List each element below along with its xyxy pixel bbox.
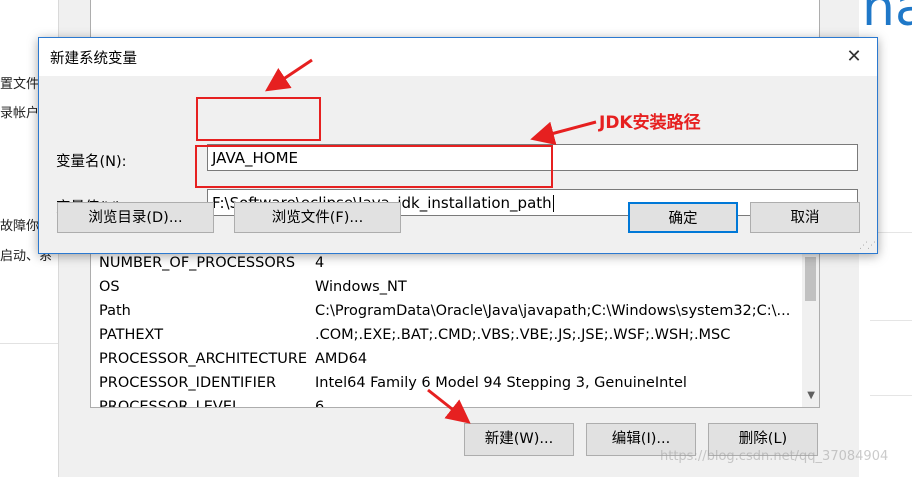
annotation-arrows xyxy=(265,58,597,424)
arrow-to-value xyxy=(530,120,597,145)
arrow-to-name xyxy=(265,58,313,92)
arrow-to-new-button xyxy=(427,388,471,424)
watermark: https://blog.csdn.net/qq_37084904 xyxy=(660,449,889,464)
